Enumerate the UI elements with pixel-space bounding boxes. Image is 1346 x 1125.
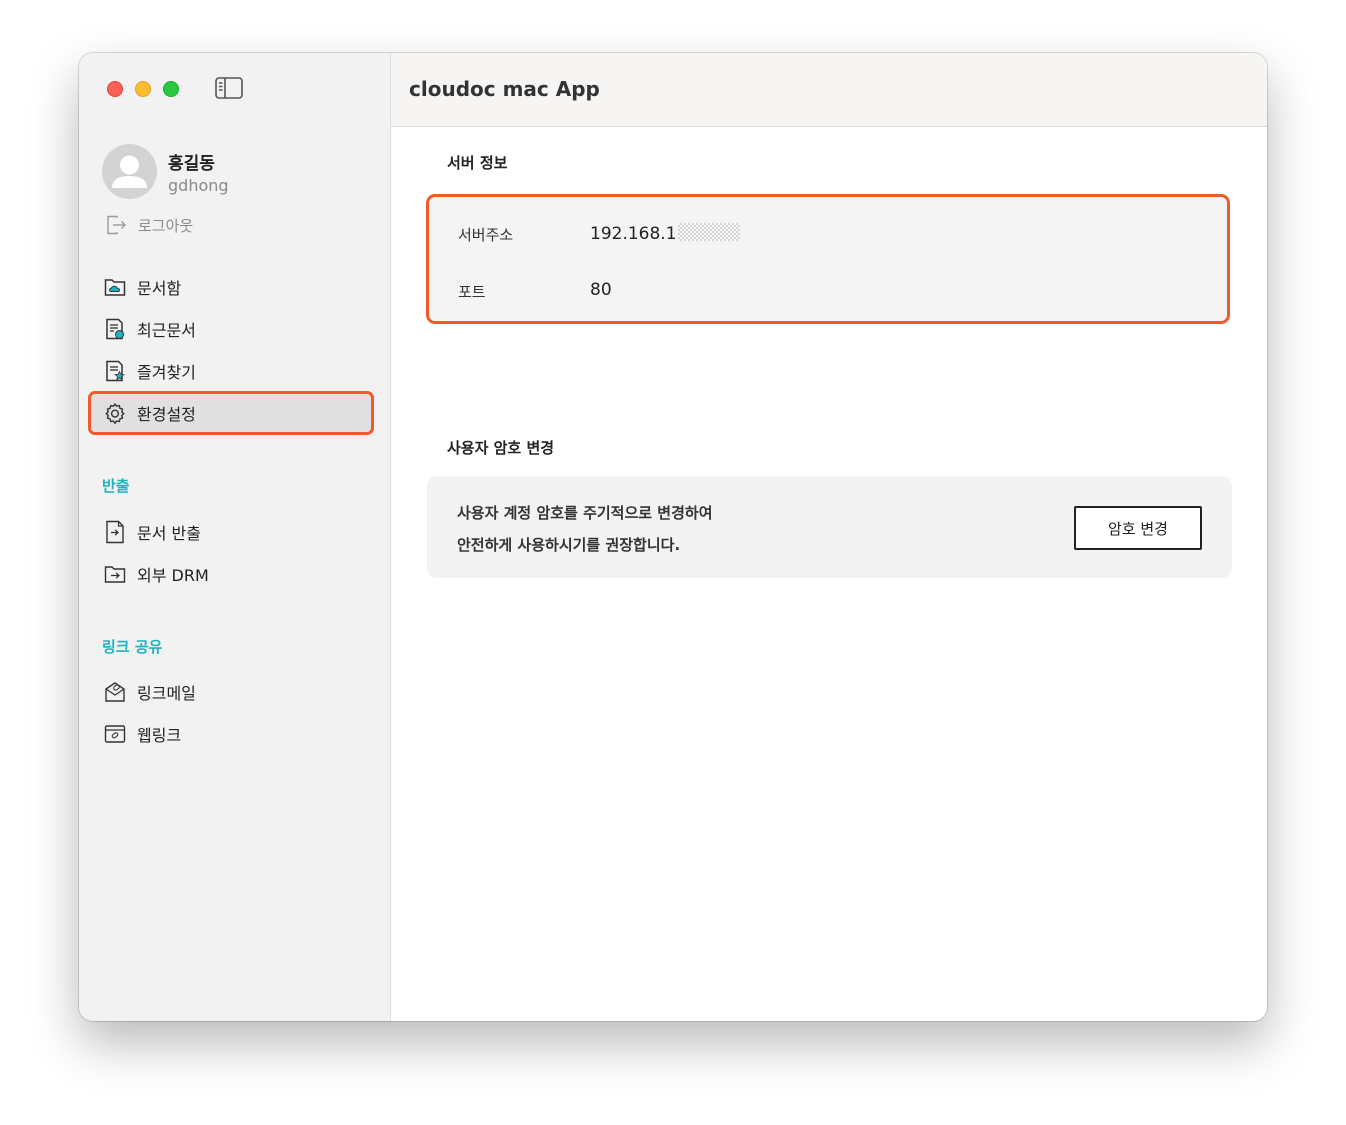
sidebar-item-document-box[interactable]: 문서함 [88,265,374,309]
user-id: gdhong [168,176,229,195]
document-export-icon [106,520,124,544]
sidebar-item-label: 웹링크 [137,726,182,745]
folder-export-icon [104,566,126,583]
password-change-box: 사용자 계정 암호를 주기적으로 변경하여 안전하게 사용하시기를 권장합니다.… [427,476,1232,578]
logout-button[interactable]: 로그아웃 [106,213,193,237]
star-document-icon [106,360,125,382]
server-info-box: 서버주소 192.168.1 포트 80 [426,194,1230,324]
logout-icon [107,215,126,235]
sidebar-item-document-export[interactable]: 문서 반출 [88,510,374,554]
gear-icon [105,403,125,424]
close-window-button[interactable] [107,81,123,97]
minimize-window-button[interactable] [135,81,151,97]
server-info-title: 서버 정보 [447,154,508,172]
port-value: 80 [590,280,612,300]
sidebar-item-web-link[interactable]: 웹링크 [88,712,374,756]
sidebar-item-label: 최근문서 [137,321,196,340]
sidebar: 홍길동 gdhong 로그아웃 문서함 최근문서 즐겨찾기 환경설정 반출 문서… [79,53,391,1021]
server-address-text: 192.168.1 [590,224,677,244]
user-icon [112,155,147,188]
sidebar-item-label: 문서 반출 [137,524,201,543]
recent-document-icon [106,318,124,340]
password-description-line-1: 사용자 계정 암호를 주기적으로 변경하여 [457,504,713,522]
sidebar-toggle-icon[interactable] [215,77,243,99]
sidebar-item-label: 환경설정 [137,405,196,424]
sidebar-item-label: 외부 DRM [137,566,209,585]
sidebar-item-external-drm[interactable]: 외부 DRM [88,552,374,596]
settings-panel: 서버 정보 서버주소 192.168.1 포트 80 사용자 암호 변경 사용자… [391,127,1267,1021]
sidebar-item-label: 링크메일 [137,684,196,703]
app-title: cloudoc mac App [409,77,600,101]
sidebar-item-recent-documents[interactable]: 최근문서 [88,307,374,351]
link-mail-icon [105,682,125,702]
password-change-title: 사용자 암호 변경 [447,439,555,457]
sidebar-item-link-mail[interactable]: 링크메일 [88,670,374,714]
section-title-link-share: 링크 공유 [102,638,163,656]
masked-address-region [677,223,740,241]
change-password-button[interactable]: 암호 변경 [1074,506,1202,550]
user-name: 홍길동 [168,154,215,174]
app-window: 홍길동 gdhong 로그아웃 문서함 최근문서 즐겨찾기 환경설정 반출 문서… [79,53,1267,1021]
server-address-value: 192.168.1 [590,223,740,244]
zoom-window-button[interactable] [163,81,179,97]
server-address-label: 서버주소 [458,226,514,244]
sidebar-item-favorites[interactable]: 즐겨찾기 [88,349,374,393]
avatar [102,144,157,199]
password-description-line-2: 안전하게 사용하시기를 권장합니다. [457,536,681,554]
sidebar-item-settings[interactable]: 환경설정 [88,391,374,435]
cloud-folder-icon [104,279,126,296]
port-label: 포트 [458,283,486,301]
logout-label: 로그아웃 [138,216,194,235]
sidebar-item-label: 즐겨찾기 [137,363,196,382]
section-title-export: 반출 [102,477,130,495]
title-bar: cloudoc mac App [391,53,1267,127]
sidebar-item-label: 문서함 [137,279,182,298]
web-link-icon [104,725,126,743]
